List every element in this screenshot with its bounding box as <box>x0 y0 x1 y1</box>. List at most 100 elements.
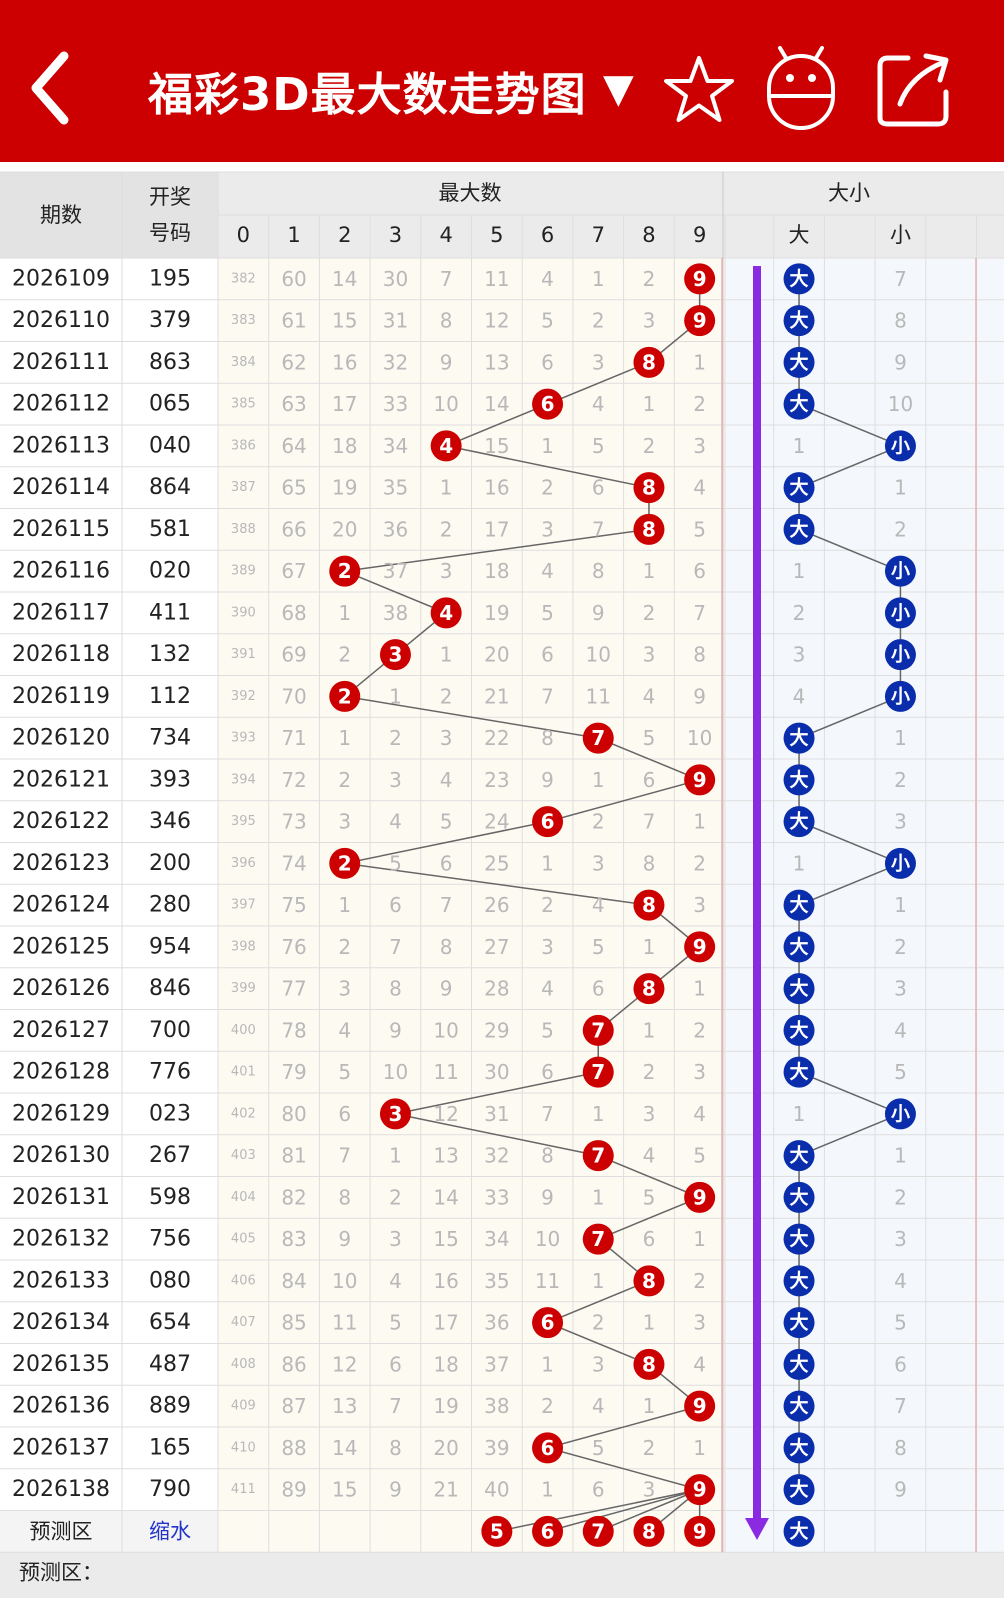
draw-number: 889 <box>149 1394 191 1419</box>
miss-count: 4 <box>592 392 605 416</box>
issue-number: 2026120 <box>12 726 110 751</box>
size-miss-count: 1 <box>793 1102 806 1126</box>
miss-count: 4 <box>389 810 402 834</box>
size-miss-count: 1 <box>894 1144 907 1168</box>
miss-count: 9 <box>693 684 706 708</box>
miss-count: 3 <box>541 517 554 541</box>
footer-bg <box>0 1552 1004 1598</box>
miss-count: 2 <box>592 309 605 333</box>
miss-count: 6 <box>693 559 706 583</box>
issue-number: 2026119 <box>12 684 110 709</box>
issue-number: 2026110 <box>12 308 110 333</box>
miss-count: 3 <box>643 309 656 333</box>
issue-number: 2026134 <box>12 1310 110 1335</box>
draw-number: 112 <box>149 684 191 709</box>
miss-count-total: 406 <box>231 1273 256 1288</box>
miss-count: 3 <box>693 893 706 917</box>
miss-count: 2 <box>643 601 656 625</box>
miss-count-total: 411 <box>231 1482 256 1497</box>
max-ball-number: 8 <box>642 1352 656 1376</box>
miss-count: 16 <box>484 476 509 500</box>
miss-count: 1 <box>389 1144 402 1168</box>
miss-count: 33 <box>383 392 408 416</box>
miss-count: 64 <box>281 434 306 458</box>
forecast-ball-number: 7 <box>591 1519 605 1543</box>
miss-count: 3 <box>693 1060 706 1084</box>
miss-count: 20 <box>484 643 509 667</box>
miss-count: 7 <box>693 601 706 625</box>
miss-count: 2 <box>389 1185 402 1209</box>
miss-count: 4 <box>389 1269 402 1293</box>
max-ball-number: 8 <box>642 517 656 541</box>
miss-count: 10 <box>535 1227 560 1251</box>
size-miss-count: 1 <box>793 559 806 583</box>
miss-count: 8 <box>693 643 706 667</box>
miss-count: 33 <box>484 1185 509 1209</box>
miss-count: 70 <box>281 684 306 708</box>
draw-number: 776 <box>149 1060 191 1085</box>
size-miss-count: 2 <box>894 768 907 792</box>
miss-count: 12 <box>433 1102 458 1126</box>
size-header-small: 小 <box>890 223 911 247</box>
draw-number: 846 <box>149 976 191 1001</box>
miss-count: 2 <box>440 684 453 708</box>
miss-count: 9 <box>389 1478 402 1502</box>
draw-number: 756 <box>149 1227 191 1252</box>
miss-count: 4 <box>541 267 554 291</box>
size-miss-count: 7 <box>894 1394 907 1418</box>
max-ball-number: 7 <box>591 1227 605 1251</box>
size-miss-count: 1 <box>894 893 907 917</box>
size-miss-count: 3 <box>894 1227 907 1251</box>
draw-number: 195 <box>149 266 191 291</box>
miss-count: 11 <box>586 684 611 708</box>
miss-count: 14 <box>332 1436 357 1460</box>
draw-number: 954 <box>149 934 191 959</box>
miss-count: 16 <box>332 350 357 374</box>
draw-number: 065 <box>149 392 191 417</box>
miss-count: 18 <box>332 434 357 458</box>
size-miss-count: 3 <box>793 643 806 667</box>
miss-count-total: 397 <box>231 898 256 913</box>
miss-count: 4 <box>643 684 656 708</box>
miss-count: 4 <box>440 768 453 792</box>
size-ball-label: 大 <box>790 977 809 1000</box>
miss-count: 18 <box>433 1352 458 1376</box>
max-ball-number: 6 <box>541 392 555 416</box>
miss-count: 1 <box>643 1018 656 1042</box>
size-miss-count: 4 <box>894 1269 907 1293</box>
miss-count: 12 <box>332 1352 357 1376</box>
miss-count: 62 <box>281 350 306 374</box>
miss-count: 3 <box>440 726 453 750</box>
draw-number: 581 <box>149 517 191 542</box>
miss-count: 18 <box>484 559 509 583</box>
miss-count: 1 <box>338 726 351 750</box>
issue-number: 2026114 <box>12 475 110 500</box>
miss-count: 7 <box>541 684 554 708</box>
miss-count: 5 <box>592 434 605 458</box>
issue-number: 2026135 <box>12 1352 110 1377</box>
issue-number: 2026111 <box>12 350 110 375</box>
miss-count: 1 <box>338 601 351 625</box>
max-ball-number: 9 <box>693 1394 707 1418</box>
miss-count: 7 <box>440 893 453 917</box>
draw-number: 267 <box>149 1143 191 1168</box>
miss-count: 37 <box>383 559 408 583</box>
miss-count: 2 <box>541 893 554 917</box>
max-ball-number: 3 <box>388 643 402 667</box>
miss-count: 2 <box>440 517 453 541</box>
miss-count: 1 <box>592 1269 605 1293</box>
size-ball-label: 小 <box>891 602 910 624</box>
issue-number: 2026118 <box>12 642 110 667</box>
size-miss-count: 2 <box>894 935 907 959</box>
max-ball-number: 4 <box>439 601 453 625</box>
issue-number: 2026124 <box>12 893 110 918</box>
miss-count: 20 <box>332 517 357 541</box>
miss-count: 66 <box>281 517 306 541</box>
miss-count: 7 <box>389 935 402 959</box>
shrink-link[interactable]: 缩水 <box>149 1519 191 1543</box>
miss-count: 4 <box>338 1018 351 1042</box>
miss-count: 80 <box>281 1102 306 1126</box>
issue-number: 2026109 <box>12 266 110 291</box>
miss-count: 28 <box>484 977 509 1001</box>
miss-count: 11 <box>332 1311 357 1335</box>
